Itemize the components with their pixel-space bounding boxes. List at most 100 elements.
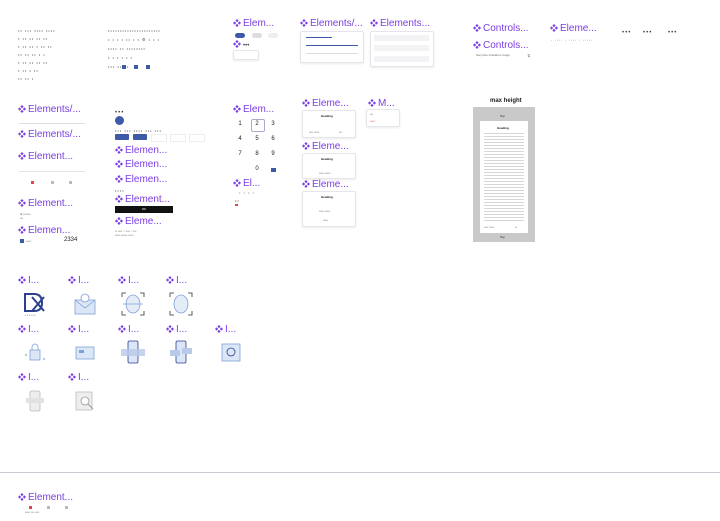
component-icon bbox=[115, 195, 123, 203]
component-icon bbox=[233, 19, 241, 27]
max-height-title: max height bbox=[490, 98, 522, 104]
numpad-key-2[interactable]: 2 bbox=[252, 121, 262, 127]
illustration-title: I... bbox=[68, 372, 89, 384]
illustration-title: I... bbox=[215, 324, 236, 336]
modal-heading: Heading bbox=[321, 195, 333, 199]
phone-grey-icon bbox=[26, 390, 44, 412]
safe-icon bbox=[221, 343, 241, 362]
inputs-card bbox=[370, 31, 434, 67]
modal-card: Heading •••• ••••• ••• bbox=[302, 110, 356, 138]
top-label: Top bbox=[500, 114, 505, 118]
numpad-key-6[interactable]: 6 bbox=[268, 136, 278, 142]
illustration-title: I... bbox=[118, 324, 139, 336]
icon-tab-bar[interactable]: ••••• ••• •••• bbox=[19, 506, 77, 516]
face-frame-icon bbox=[169, 292, 193, 316]
component-icon bbox=[18, 325, 26, 333]
component-title: Controls... bbox=[473, 40, 529, 52]
tab-row: • •••• • •••• • ••••• bbox=[551, 38, 593, 42]
tab-icon[interactable] bbox=[65, 506, 68, 509]
avatar[interactable] bbox=[115, 116, 124, 125]
illustration-title: I... bbox=[118, 275, 139, 287]
card-icon bbox=[75, 346, 95, 360]
numpad-key-8[interactable]: 8 bbox=[252, 151, 262, 157]
numpad: 1 2 3 4 5 6 7 8 9 0 bbox=[235, 119, 280, 177]
pagination-dots: • • • • bbox=[239, 190, 255, 195]
tab-bar[interactable] bbox=[19, 166, 85, 172]
text-sample-block-1: •• ••• •••• •••• • •• •• •• •• • •• •• •… bbox=[18, 28, 56, 81]
menu-item-danger[interactable]: ••••• bbox=[370, 119, 375, 123]
toggle-on[interactable] bbox=[235, 33, 245, 38]
component-icon bbox=[115, 160, 123, 168]
component-icon bbox=[166, 325, 174, 333]
primary-button[interactable] bbox=[115, 134, 129, 140]
slider-card bbox=[300, 31, 364, 63]
outline-button[interactable] bbox=[151, 134, 167, 142]
modal-card: Heading ••••• ••••• bbox=[302, 153, 356, 179]
phone-frame: Top Heading •••• ••••• •• Top bbox=[473, 107, 535, 242]
component-title: Eleme... bbox=[302, 98, 349, 110]
component-icon bbox=[115, 217, 123, 225]
modal-heading: Heading bbox=[321, 157, 333, 161]
progress-steps: •• •••• ○ •••• ○ ••• ••••• •••••• ••••• bbox=[115, 229, 137, 237]
component-icon bbox=[166, 276, 174, 284]
text-input[interactable] bbox=[374, 45, 429, 51]
component-title: Elemen... bbox=[18, 225, 70, 237]
component-title: Element... bbox=[115, 194, 170, 206]
body-text-lines bbox=[484, 133, 524, 221]
component-title: Elemen... bbox=[115, 159, 167, 171]
numpad-key-7[interactable]: 7 bbox=[235, 151, 245, 157]
backspace-icon[interactable] bbox=[271, 168, 276, 172]
numpad-key-5[interactable]: 5 bbox=[252, 136, 262, 142]
status-dots: ••• bbox=[668, 30, 678, 36]
component-icon bbox=[18, 373, 26, 381]
component-title: Elements/... bbox=[18, 129, 81, 141]
numpad-key-3[interactable]: 3 bbox=[268, 121, 278, 127]
text-input[interactable] bbox=[374, 56, 429, 62]
scroll-content[interactable]: Heading •••• ••••• •• bbox=[480, 121, 528, 233]
component-title: Elements... bbox=[370, 18, 430, 30]
numpad-key-0[interactable]: 0 bbox=[252, 166, 262, 172]
tab-labels: ••••• ••• •••• bbox=[25, 510, 40, 514]
illustration-title: I... bbox=[18, 275, 39, 287]
controls-note: Set price checkbox range bbox=[476, 53, 510, 57]
amount: 2334 bbox=[64, 237, 78, 243]
bottom-label: Top bbox=[500, 235, 505, 239]
text-input[interactable] bbox=[374, 35, 429, 41]
lock-icon bbox=[24, 343, 46, 361]
slider-track[interactable] bbox=[306, 37, 332, 38]
numpad-key-1[interactable]: 1 bbox=[235, 121, 245, 127]
numpad-key-4[interactable]: 4 bbox=[235, 136, 245, 142]
component-icon bbox=[115, 146, 123, 154]
component-icon bbox=[118, 325, 126, 333]
tab-icon[interactable] bbox=[47, 506, 50, 509]
component-icon bbox=[370, 19, 378, 27]
component-icon bbox=[18, 199, 26, 207]
slider-track[interactable] bbox=[306, 45, 358, 46]
dx-logo-icon: • • • • • • bbox=[24, 293, 45, 317]
radio-card bbox=[233, 50, 259, 60]
account-row: ••••• 2334 bbox=[20, 237, 90, 246]
component-icon bbox=[68, 373, 76, 381]
toggle-disabled[interactable] bbox=[268, 33, 278, 38]
outline-button[interactable] bbox=[189, 134, 205, 142]
svg-text:• • • • • •: • • • • • • bbox=[25, 313, 35, 317]
numpad-key-9[interactable]: 9 bbox=[268, 151, 278, 157]
tab-icon-active[interactable] bbox=[29, 506, 32, 509]
component-icon bbox=[18, 105, 26, 113]
envelope-icon bbox=[74, 293, 96, 315]
outline-button[interactable] bbox=[170, 134, 186, 142]
menu-item[interactable]: ••• bbox=[370, 112, 373, 116]
component-title: Eleme... bbox=[302, 179, 349, 191]
icon-tab-bar[interactable] bbox=[19, 181, 85, 189]
component-title: Element... bbox=[18, 492, 73, 504]
component-icon bbox=[115, 175, 123, 183]
component-icon bbox=[233, 40, 241, 48]
toggle-off[interactable] bbox=[252, 33, 262, 38]
primary-button[interactable] bbox=[133, 134, 147, 140]
component-title: Element... bbox=[18, 198, 73, 210]
modal-heading: Heading bbox=[321, 114, 333, 118]
modal-heading: Heading bbox=[497, 126, 509, 130]
face-scan-icon bbox=[121, 292, 145, 316]
dark-button[interactable]: OK bbox=[115, 206, 173, 213]
checkbox-icon[interactable]: ⇅ bbox=[527, 53, 530, 58]
